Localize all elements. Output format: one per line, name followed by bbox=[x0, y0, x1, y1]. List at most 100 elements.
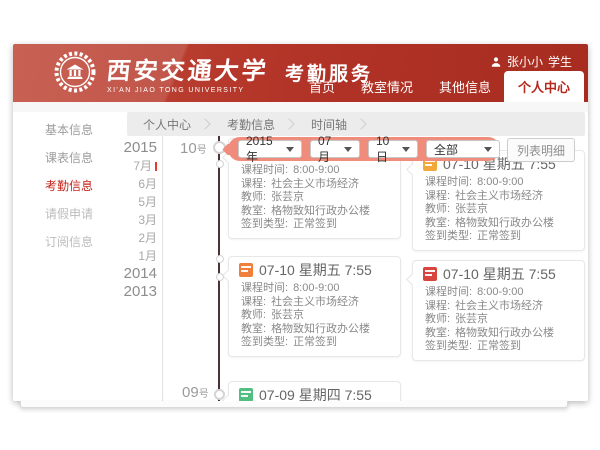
timeline-node bbox=[216, 160, 224, 168]
field-value: 张芸京 bbox=[271, 309, 304, 323]
timeline-nav-3月[interactable]: 3月 bbox=[111, 211, 157, 229]
user-box[interactable]: 张小小 学生 bbox=[490, 53, 572, 70]
timeline-nav-label: 2013 bbox=[124, 283, 157, 300]
card-field-row: 签到类型:正常签到 bbox=[423, 230, 574, 244]
sidebar-item-4[interactable]: 请假申请 bbox=[13, 200, 125, 228]
card-date: 07-09 星期四 7:55 bbox=[259, 385, 372, 401]
timeline-nav-5月[interactable]: 5月 bbox=[111, 193, 157, 211]
timeline-node-day bbox=[214, 389, 225, 400]
card-field-row: 教室:格物致知行政办公楼 bbox=[423, 327, 574, 341]
filter-dropdown-3[interactable]: 10日 bbox=[368, 140, 418, 158]
attendance-card[interactable]: 07-10 星期五 7:55课程时间:8:00-9:00课程:社会主义市场经济教… bbox=[412, 260, 585, 361]
card-field-row: 教师:张芸京 bbox=[423, 313, 574, 327]
sidebar-item-5[interactable]: 订阅信息 bbox=[13, 228, 125, 256]
dropdown-value: 07月 bbox=[318, 134, 338, 165]
field-value: 格物致知行政办公楼 bbox=[455, 217, 554, 231]
timeline-nav-2013[interactable]: 2013 bbox=[111, 283, 157, 301]
filter-dropdown-1[interactable]: 2015年 bbox=[238, 140, 302, 158]
card-header: 07-09 星期四 7:55 bbox=[239, 386, 390, 401]
breadcrumb-item-1[interactable]: 个人中心 bbox=[127, 116, 199, 133]
sidebar-item-3[interactable]: 考勤信息 bbox=[13, 172, 125, 200]
nav-tab-2[interactable]: 教室情况 bbox=[348, 71, 426, 102]
field-label: 课程时间: bbox=[241, 164, 288, 178]
user-name: 张小小 bbox=[507, 53, 543, 70]
breadcrumb-arrow-icon bbox=[355, 118, 366, 129]
field-label: 课程时间: bbox=[425, 176, 472, 190]
timeline-nav-label: 2015 bbox=[124, 139, 157, 156]
breadcrumb-item-2[interactable]: 考勤信息 bbox=[211, 116, 283, 133]
timeline-nav-1月[interactable]: 1月 bbox=[111, 247, 157, 265]
timeline-nav-2月[interactable]: 2月 bbox=[111, 229, 157, 247]
nav-tab-1[interactable]: 首页 bbox=[296, 71, 348, 102]
breadcrumb-item-3[interactable]: 时间轴 bbox=[295, 116, 355, 133]
nav-tab-4[interactable]: 个人中心 bbox=[504, 71, 584, 102]
timeline-nav-6月[interactable]: 6月 bbox=[111, 175, 157, 193]
card-field-row: 课程:社会主义市场经济 bbox=[239, 296, 390, 310]
field-value: 8:00-9:00 bbox=[477, 176, 523, 190]
card-body: 课程时间:8:00-9:00课程:社会主义市场经济教师:张芸京教室:格物致知行政… bbox=[423, 176, 574, 244]
field-value: 8:00-9:00 bbox=[477, 286, 523, 300]
field-value: 正常签到 bbox=[477, 230, 521, 244]
field-label: 教师: bbox=[241, 309, 266, 323]
sidebar-item-2[interactable]: 课表信息 bbox=[13, 144, 125, 172]
main-nav: 首页教室情况其他信息个人中心 bbox=[296, 71, 584, 102]
attendance-type-icon bbox=[239, 388, 253, 401]
card-field-row: 签到类型:正常签到 bbox=[239, 218, 390, 232]
user-role: 学生 bbox=[548, 53, 572, 70]
field-value: 社会主义市场经济 bbox=[455, 300, 543, 314]
field-label: 课程时间: bbox=[241, 282, 288, 296]
day-marker-number: 09 bbox=[182, 384, 199, 401]
card-tail-icon bbox=[406, 273, 419, 286]
sidebar-item-1[interactable]: 基本信息 bbox=[13, 116, 125, 144]
chevron-down-icon bbox=[402, 147, 410, 152]
header-divider-strip bbox=[13, 102, 588, 112]
nav-tab-3[interactable]: 其他信息 bbox=[426, 71, 504, 102]
field-value: 社会主义市场经济 bbox=[271, 178, 359, 192]
filter-dropdown-2[interactable]: 07月 bbox=[310, 140, 360, 158]
card-field-row: 签到类型:正常签到 bbox=[423, 340, 574, 354]
timeline-nav-7月[interactable]: 7月 bbox=[111, 157, 157, 175]
attendance-type-icon bbox=[423, 267, 437, 281]
card-field-row: 课程时间: 8:00-9:00 bbox=[423, 176, 574, 190]
field-label: 签到类型: bbox=[425, 340, 472, 354]
attendance-card[interactable]: 07-10 星期五 7:55课程时间:8:00-9:00课程:社会主义市场经济教… bbox=[228, 256, 401, 357]
timeline-nav-label: 5月 bbox=[138, 195, 157, 209]
field-value: 格物致知行政办公楼 bbox=[271, 323, 370, 337]
filter-dropdown-4[interactable]: 全部 bbox=[426, 140, 500, 158]
attendance-card[interactable]: 07-10 星期五 7:55课程时间:8:00-9:00课程:社会主义市场经济教… bbox=[412, 150, 585, 251]
card-field-row: 课程时间:8:00-9:00 bbox=[239, 164, 390, 178]
card-body: 课程时间:8:00-9:00课程:社会主义市场经济教师:张芸京教室:格物致知行政… bbox=[239, 282, 390, 350]
timeline-nav-divider bbox=[162, 136, 163, 401]
field-value: 正常签到 bbox=[293, 218, 337, 232]
field-value: 社会主义市场经济 bbox=[271, 296, 359, 310]
list-detail-button[interactable]: 列表明细 bbox=[507, 138, 575, 162]
card-tail-icon bbox=[222, 269, 235, 282]
timeline-nav-label: 2014 bbox=[124, 265, 157, 282]
card-tail-icon bbox=[406, 163, 419, 176]
date-filter-bar: 2015年 07月 10日全部 bbox=[228, 137, 500, 161]
card-body: 课程时间:8:00-9:00课程:社会主义市场经济教师:张芸京教室:格物致知行政… bbox=[239, 164, 390, 232]
attendance-card[interactable]: 07-09 星期四 7:55 bbox=[228, 381, 401, 401]
person-icon bbox=[490, 56, 502, 68]
timeline-nav-2014[interactable]: 2014 bbox=[111, 265, 157, 283]
breadcrumb-arrow-icon bbox=[199, 118, 210, 129]
card-field-row: 教师: 张芸京 bbox=[239, 309, 390, 323]
university-emblem-icon bbox=[53, 50, 97, 94]
field-value: 张芸京 bbox=[455, 203, 488, 217]
field-label: 教室: bbox=[241, 323, 266, 337]
day-marker-09: 09号 bbox=[182, 384, 209, 401]
card-field-row: 签到类型:正常签到 bbox=[239, 336, 390, 350]
card-field-row: 课程:社会主义市场经济 bbox=[423, 300, 574, 314]
timeline-year-month-nav: 20157月6月 5月 3月2月1月20142013 bbox=[111, 139, 157, 301]
day-marker-suffix: 号 bbox=[197, 145, 207, 156]
field-value: 格物致知行政办公楼 bbox=[455, 327, 554, 341]
day-marker-number: 10 bbox=[180, 140, 197, 157]
timeline-axis bbox=[218, 136, 220, 401]
timeline-nav-2015[interactable]: 2015 bbox=[111, 139, 157, 157]
field-label: 教师: bbox=[425, 313, 450, 327]
field-label: 课程时间: bbox=[425, 286, 472, 300]
card-field-row: 教室:格物致知行政办公楼 bbox=[423, 217, 574, 231]
card-body: 课程时间: 8:00-9:00课程:社会主义市场经济教师:张芸京教室:格物致知行政… bbox=[423, 286, 574, 354]
field-value: 格物致知行政办公楼 bbox=[271, 205, 370, 219]
field-label: 教室: bbox=[241, 205, 266, 219]
